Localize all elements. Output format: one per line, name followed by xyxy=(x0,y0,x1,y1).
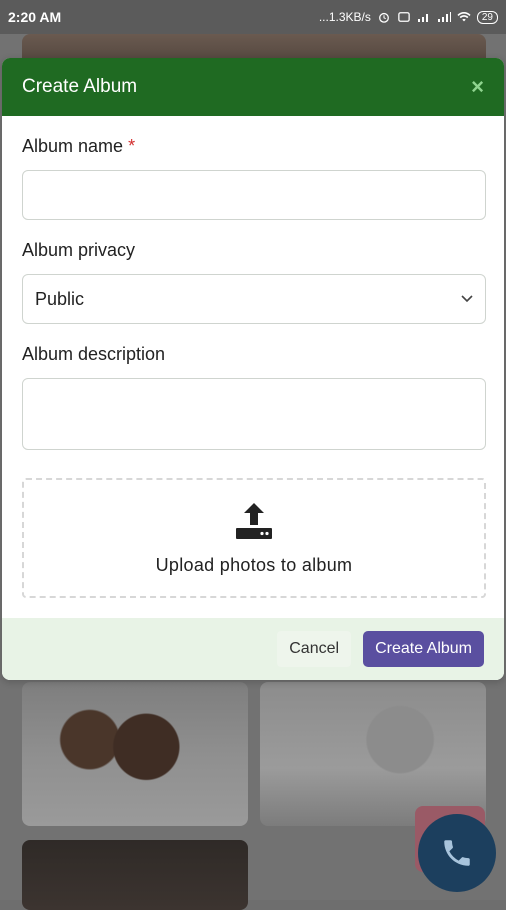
dialog-body: Album name * Album privacy Public Album … xyxy=(2,135,504,598)
album-privacy-label: Album privacy xyxy=(22,240,136,260)
signal-icon-2 xyxy=(437,12,451,22)
required-marker: * xyxy=(128,136,136,156)
dialog-header: Create Album × xyxy=(2,58,504,116)
album-privacy-select[interactable]: Public xyxy=(22,274,486,324)
network-speed: ...1.3KB/s xyxy=(318,10,371,24)
battery-icon: 29 xyxy=(476,10,498,24)
album-description-label: Album description xyxy=(22,344,166,364)
alarm-icon xyxy=(378,12,389,23)
chevron-down-icon xyxy=(461,295,473,303)
status-indicators: ...1.3KB/s 29 xyxy=(319,10,498,24)
album-photo[interactable] xyxy=(260,682,486,826)
album-name-label: Album name * xyxy=(22,135,484,157)
notification-icon xyxy=(398,12,410,22)
upload-icon xyxy=(236,502,272,539)
album-privacy-value: Public xyxy=(35,288,85,309)
dialog-title: Create Album xyxy=(22,76,138,97)
upload-label: Upload photos to album xyxy=(155,554,353,575)
dialog-footer: Cancel Create Album xyxy=(2,618,504,680)
signal-icon xyxy=(417,14,428,22)
create-album-button[interactable]: Create Album xyxy=(363,631,484,667)
album-name-input[interactable] xyxy=(22,170,486,220)
album-description-input[interactable] xyxy=(22,378,486,450)
album-name-label-text: Album name xyxy=(22,136,124,156)
close-icon[interactable]: × xyxy=(471,76,484,98)
phone-icon xyxy=(444,840,470,866)
upload-dropzone[interactable]: Upload photos to album xyxy=(22,478,486,598)
call-button[interactable] xyxy=(418,814,496,892)
wifi-icon xyxy=(457,12,471,22)
status-time: 2:20 AM xyxy=(8,9,62,25)
cancel-button[interactable]: Cancel xyxy=(277,631,352,667)
status-bar: 2:20 AM ...1.3KB/s 29 xyxy=(0,0,506,34)
album-photo[interactable] xyxy=(22,682,248,826)
create-album-dialog: Create Album × Album name * Album privac… xyxy=(2,58,504,680)
